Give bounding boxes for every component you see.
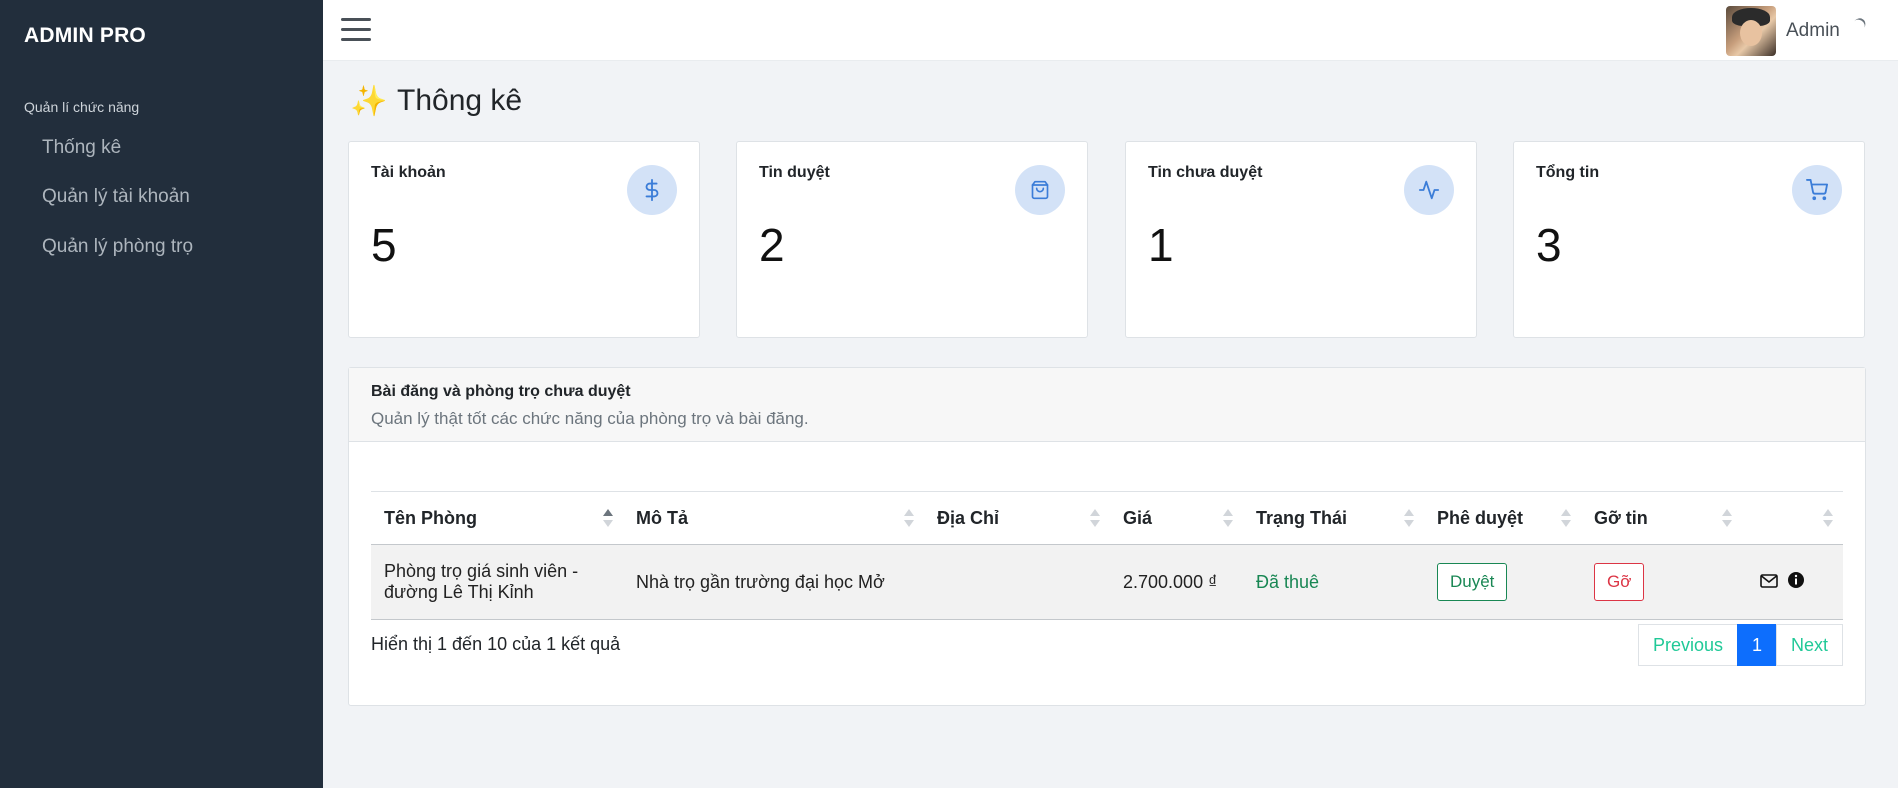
room-name-line: Phòng trọ giá sinh viên -: [384, 561, 579, 581]
sidebar-item-accounts[interactable]: Quản lý tài khoản: [42, 186, 190, 208]
sidebar-section-header: Quản lí chức năng: [24, 99, 140, 115]
column-header-name[interactable]: Tên Phòng: [371, 491, 623, 545]
hamburger-icon[interactable]: [341, 18, 371, 42]
stat-card-total: Tổng tin 3: [1513, 141, 1865, 338]
pagination: Previous 1 Next: [1637, 624, 1843, 666]
user-menu-label[interactable]: Admin: [1786, 20, 1840, 42]
stat-value: 2: [759, 219, 785, 271]
column-header-description[interactable]: Mô Tả: [623, 491, 924, 545]
pagination-page-1[interactable]: 1: [1736, 624, 1777, 666]
stat-title: Tổng tin: [1536, 164, 1600, 181]
cell-status: Đã thuê: [1243, 544, 1424, 620]
stat-title: Tài khoản: [371, 164, 446, 181]
info-icon[interactable]: [1787, 571, 1805, 594]
sort-icon[interactable]: [603, 509, 613, 529]
approve-button[interactable]: Duyệt: [1437, 563, 1508, 601]
column-header-remove[interactable]: Gỡ tin: [1581, 491, 1742, 545]
stat-card-pending: Tin chưa duyệt 1: [1125, 141, 1477, 338]
cell-approve: Duyệt: [1424, 544, 1581, 620]
cell-actions: [1742, 544, 1843, 620]
table-info: Hiển thị 1 đến 10 của 1 kết quả: [371, 634, 621, 654]
stat-title: Tin chưa duyệt: [1148, 164, 1263, 181]
pagination-next[interactable]: Next: [1775, 624, 1843, 666]
brand-logo[interactable]: ADMIN PRO: [24, 24, 146, 48]
cell-address: [924, 544, 1110, 620]
column-header-price[interactable]: Giá: [1110, 491, 1243, 545]
stat-card-accounts: Tài khoản 5: [348, 141, 700, 338]
activity-icon: [1404, 165, 1454, 215]
page-title: Thông kê: [397, 84, 523, 117]
shopping-bag-icon: [1015, 165, 1065, 215]
sidebar-item-statistics[interactable]: Thống kê: [42, 137, 121, 159]
stat-value: 3: [1536, 219, 1562, 271]
table-header-row: Tên Phòng Mô Tả Địa Chỉ Giá Trạng Thái P…: [371, 491, 1843, 545]
cell-description: Nhà trọ gần trường đại học Mở: [623, 544, 924, 620]
sort-icon[interactable]: [1722, 509, 1732, 529]
sort-icon[interactable]: [904, 509, 914, 529]
column-header-status[interactable]: Trạng Thái: [1243, 491, 1424, 545]
topbar: [323, 0, 1898, 61]
shopping-cart-icon: [1792, 165, 1842, 215]
column-header-actions[interactable]: [1742, 491, 1843, 545]
stat-value: 1: [1148, 219, 1174, 271]
sparkles-icon: ✨: [350, 85, 388, 118]
cell-remove: Gỡ: [1581, 544, 1742, 620]
sort-icon[interactable]: [1404, 509, 1414, 529]
sort-icon[interactable]: [1561, 509, 1571, 529]
cell-price: 2.700.000 ₫: [1110, 544, 1243, 620]
sort-icon[interactable]: [1823, 509, 1833, 529]
table-row: Phòng trọ giá sinh viên - đường Lê Thị K…: [371, 544, 1843, 620]
sidebar: ADMIN PRO Quản lí chức năng Thống kê Quả…: [0, 0, 323, 788]
pagination-previous[interactable]: Previous: [1637, 624, 1738, 666]
stat-card-approved: Tin duyệt 2: [736, 141, 1088, 338]
dollar-icon: [627, 165, 677, 215]
room-name-line: đường Lê Thị Kỉnh: [384, 582, 534, 602]
avatar[interactable]: [1726, 6, 1776, 56]
stat-value: 5: [371, 219, 397, 271]
stat-title: Tin duyệt: [759, 164, 830, 181]
panel-subtitle: Quản lý thật tốt các chức năng của phòng…: [371, 409, 809, 428]
mail-icon[interactable]: [1760, 572, 1778, 593]
remove-button[interactable]: Gỡ: [1594, 563, 1645, 601]
column-header-address[interactable]: Địa Chỉ: [924, 491, 1110, 545]
sort-icon[interactable]: [1090, 509, 1100, 529]
sidebar-item-rooms[interactable]: Quản lý phòng trọ: [42, 236, 193, 258]
sort-icon[interactable]: [1223, 509, 1233, 529]
pending-posts-panel: Bài đăng và phòng trọ chưa duyệt Quản lý…: [348, 367, 1866, 706]
cell-room-name: Phòng trọ giá sinh viên - đường Lê Thị K…: [371, 544, 623, 620]
column-header-approve[interactable]: Phê duyệt: [1424, 491, 1581, 545]
panel-title: Bài đăng và phòng trọ chưa duyệt: [371, 383, 631, 400]
panel-header: Bài đăng và phòng trọ chưa duyệt Quản lý…: [349, 368, 1865, 442]
pending-table: Tên Phòng Mô Tả Địa Chỉ Giá Trạng Thái P…: [371, 491, 1843, 620]
